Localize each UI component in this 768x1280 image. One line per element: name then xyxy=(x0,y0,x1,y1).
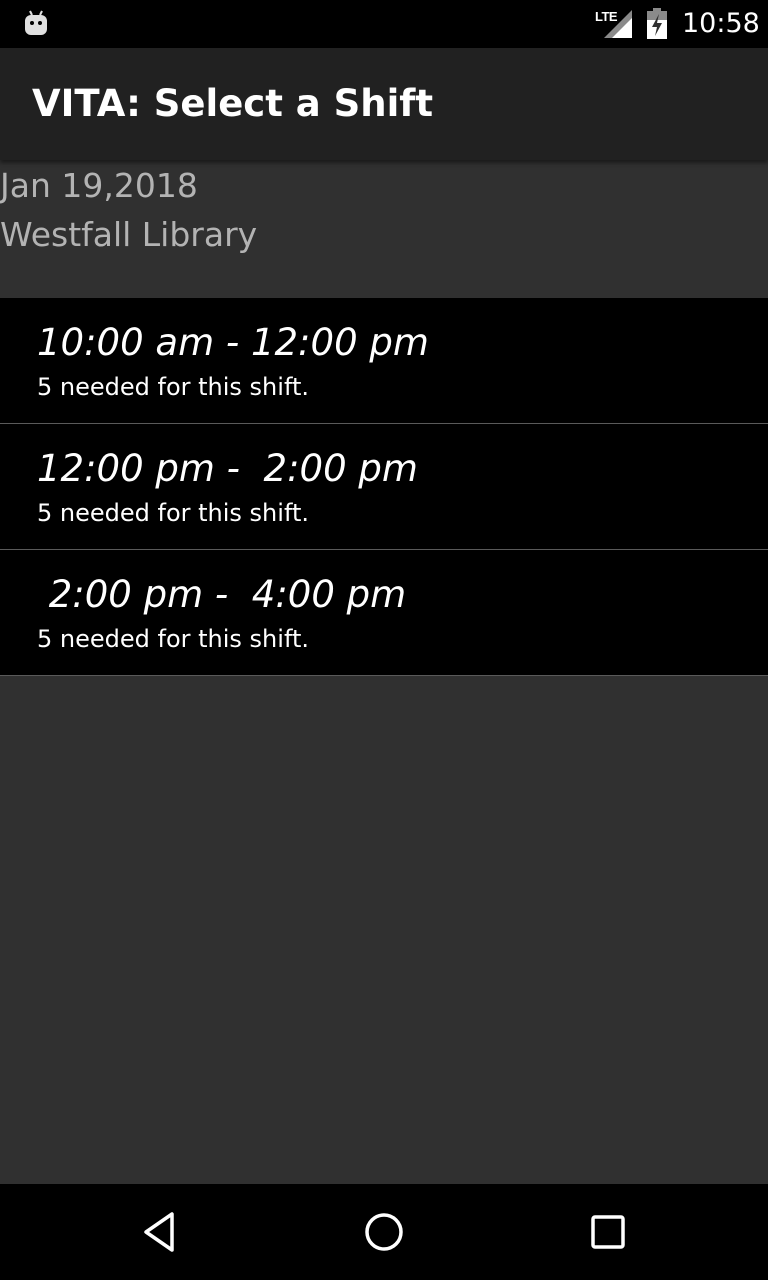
shift-time: 2:00 pm - 4:00 pm xyxy=(37,573,407,616)
screen: LTE 10:58 VITA: Select a Shift Jan 19,20… xyxy=(0,0,768,1280)
android-icon xyxy=(25,10,47,35)
shift-needed-count: 5 needed for this shift. xyxy=(37,625,310,653)
shift-time: 12:00 pm - 2:00 pm xyxy=(37,447,418,490)
battery-icon xyxy=(647,8,667,39)
clock: 10:58 xyxy=(682,8,760,39)
status-bar: LTE 10:58 xyxy=(0,0,768,48)
home-icon[interactable] xyxy=(360,1208,408,1256)
shift-list-item[interactable]: 12:00 pm - 2:00 pm 5 needed for this shi… xyxy=(0,424,768,550)
shift-time: 10:00 am - 12:00 pm xyxy=(37,321,429,364)
app-title: VITA: Select a Shift xyxy=(32,82,434,125)
shift-location: Westfall Library xyxy=(0,215,258,254)
shift-needed-count: 5 needed for this shift. xyxy=(37,373,310,401)
navigation-bar xyxy=(0,1184,768,1280)
signal-icon xyxy=(604,10,632,38)
shift-list-item[interactable]: 2:00 pm - 4:00 pm 5 needed for this shif… xyxy=(0,550,768,676)
shift-info-header: Jan 19,2018 Westfall Library xyxy=(0,160,768,298)
back-icon[interactable] xyxy=(136,1208,184,1256)
app-bar: VITA: Select a Shift xyxy=(0,48,768,160)
shift-date: Jan 19,2018 xyxy=(0,166,198,205)
recents-icon[interactable] xyxy=(584,1208,632,1256)
shift-list-item[interactable]: 10:00 am - 12:00 pm 5 needed for this sh… xyxy=(0,298,768,424)
shift-list: 10:00 am - 12:00 pm 5 needed for this sh… xyxy=(0,298,768,676)
shift-needed-count: 5 needed for this shift. xyxy=(37,499,310,527)
